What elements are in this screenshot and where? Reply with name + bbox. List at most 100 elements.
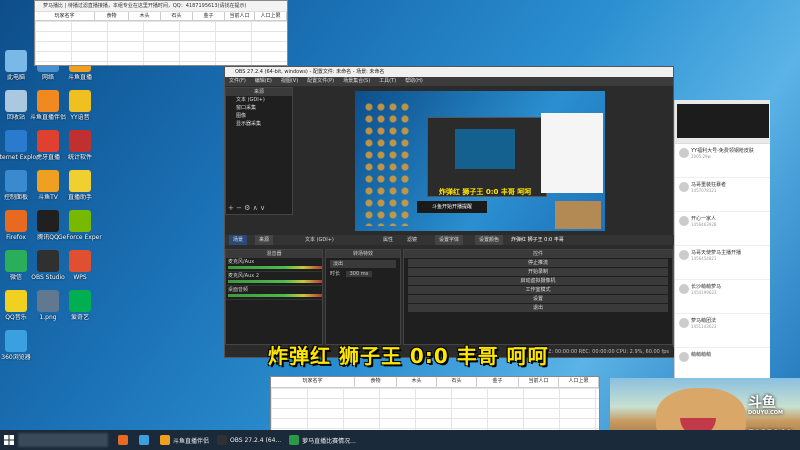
column-header[interactable]: 金子 [193, 12, 225, 20]
desktop-icon[interactable]: 爱奇艺 [58, 290, 102, 321]
chat-item-name: 长沙萌萌萝马 [691, 284, 722, 290]
mixer-track[interactable]: 桌面音频 [226, 286, 322, 300]
chat-list-item[interactable]: 马哥天使萝马主播开播 1456454821 [675, 246, 770, 280]
tab-sources[interactable]: 来源 [255, 235, 274, 245]
app-icon [37, 210, 59, 232]
avatar [679, 352, 689, 362]
menu-item[interactable]: 工具(T) [379, 77, 396, 86]
filters-button[interactable]: 滤镜 [407, 235, 417, 245]
column-header[interactable]: 木头 [129, 12, 161, 20]
mixer-track[interactable]: 麦克风/Aux [226, 258, 322, 272]
sheet-window-top[interactable]: 萝马播比 | 待播过滤直播接播，本组专业在这里开播时间，QQ：418719561… [34, 0, 288, 66]
column-header[interactable]: 食物 [95, 12, 129, 20]
taskbar-app[interactable]: OBS 27.2.4 (64... [213, 430, 285, 450]
chat-item-name: 萝马萌团法 [691, 318, 717, 324]
menu-item[interactable]: 场景集合(S) [343, 77, 370, 86]
transition-panel[interactable]: 转场特效 淡出 时长 300 ms [325, 249, 401, 345]
column-header[interactable]: 当前人口 [519, 377, 559, 387]
column-header[interactable]: 石头 [161, 12, 193, 20]
menu-item[interactable]: 配置文件(P) [307, 77, 334, 86]
column-header[interactable]: 食物 [355, 377, 397, 387]
obs-window[interactable]: OBS 27.2.4 (64-bit, windows) - 配置文件: 未命名… [224, 66, 675, 358]
taskbar-search-box[interactable] [18, 433, 108, 447]
controls-panel[interactable]: 控件 停止推流 开始录制 启动虚拟摄像机 工作室模式 设置 退出 [403, 249, 673, 345]
sheet-bottom-column-headers: 玩家名字 食物 木头 石头 金子 当前人口 人口上限 [271, 377, 599, 388]
mixer-panel[interactable]: 混音器 麦克风/Aux 麦克风/Aux 2 桌面音频 [225, 249, 323, 345]
sources-panel[interactable]: 来源 文本 (GDI+) 窗口采集 图像 显示器采集 + − ⚙ ∧ ∨ [225, 87, 293, 215]
set-font-button[interactable]: 设置字体 [435, 235, 464, 245]
chat-video-thumbnail [677, 104, 769, 138]
properties-button[interactable]: 属性 [383, 235, 393, 245]
control-button[interactable]: 设置 [408, 295, 668, 303]
taskbar-app[interactable]: 斗鱼直播伴侣 [156, 430, 213, 450]
chat-list-item[interactable]: 长沙萌萌萝马 1454199623 [675, 280, 770, 314]
chat-list-item[interactable]: YY福利大号-免费领钢枪皮肤 2005.29w [675, 144, 770, 178]
column-header[interactable]: 人口上限 [255, 12, 287, 20]
chat-item-sub: 1456454821 [691, 256, 717, 261]
sheet-grid[interactable] [35, 21, 287, 65]
taskbar-app[interactable] [114, 430, 135, 450]
volume-meter [228, 280, 322, 283]
app-icon [69, 170, 91, 192]
duration-input[interactable]: 300 ms [345, 271, 373, 277]
menu-item[interactable]: 文件(F) [229, 77, 246, 86]
column-header[interactable]: 木头 [397, 377, 437, 387]
windows-icon [4, 435, 14, 445]
taskbar-app[interactable] [135, 430, 156, 450]
mixer-track-label: 桌面音频 [228, 287, 249, 293]
control-button[interactable]: 启动虚拟摄像机 [408, 277, 668, 285]
chat-list-item[interactable]: 开心一家人 1456463928 [675, 212, 770, 246]
taskbar[interactable]: 斗鱼直播伴侣 OBS 27.2.4 (64... 萝马直播比赛情况... [0, 430, 800, 450]
volume-meter [228, 266, 322, 269]
tab-scenes[interactable]: 场景 [229, 235, 248, 245]
desktop-icon[interactable]: 统计软件 [58, 130, 102, 161]
chat-list-item[interactable]: 马哥重装狂暴者 1457078321 [675, 178, 770, 212]
start-button[interactable] [0, 430, 18, 450]
menu-item[interactable]: 帮助(H) [405, 77, 423, 86]
source-item[interactable]: 图像 [226, 112, 292, 120]
column-header[interactable]: 人口上限 [559, 377, 599, 387]
taskbar-app[interactable]: 萝马直播比赛情况... [285, 430, 360, 450]
control-button[interactable]: 退出 [408, 304, 668, 312]
source-toolbar[interactable]: 场景 来源 文本 (GDI+) 属性 滤镜 设置字体 设置颜色 炸弹红 狮子王 … [225, 235, 675, 245]
mixer-track-label: 麦克风/Aux 2 [228, 273, 260, 279]
desktop-icon[interactable]: WPS [58, 250, 102, 281]
control-button[interactable]: 工作室模式 [408, 286, 668, 294]
chat-panel[interactable]: YY福利大号-免费领钢枪皮肤 2005.29w 马哥重装狂暴者 1457078321 开… [674, 100, 770, 382]
duration-label: 时长 [330, 271, 341, 277]
douyu-logo: 斗鱼 [748, 395, 776, 411]
control-button[interactable]: 停止推流 [408, 259, 668, 267]
obs-preview[interactable]: 斗鱼开始开播提醒 炸弹红 狮子王 0:0 丰哥 呵呵 [355, 91, 605, 231]
column-header[interactable]: 石头 [437, 377, 477, 387]
desktop-icon[interactable]: GeForce Experience [58, 210, 102, 241]
app-icon [5, 250, 27, 272]
sheet-bottom-grid[interactable] [271, 388, 599, 431]
menu-item[interactable]: 编辑(E) [255, 77, 272, 86]
sheet-window-bottom[interactable]: 玩家名字 食物 木头 石头 金子 当前人口 人口上限 [270, 376, 600, 432]
desktop-icon[interactable]: 直播助手 [58, 170, 102, 201]
desktop-icon-label: 360浏览器 [1, 354, 31, 361]
menu-item[interactable]: 视图(V) [281, 77, 298, 86]
douyu-site: DOUYU.COM [748, 410, 783, 416]
column-header[interactable]: 玩家名字 [271, 377, 355, 387]
desktop-icon[interactable]: YY语音 [58, 90, 102, 121]
avatar [679, 148, 689, 158]
column-header[interactable]: 当前人口 [225, 12, 255, 20]
desktop-icon-label: 爱奇艺 [70, 314, 89, 321]
chat-list-item[interactable]: 萌萌萌萌 [675, 348, 770, 382]
control-button[interactable]: 开始录制 [408, 268, 668, 276]
transition-select[interactable]: 淡出 [330, 260, 396, 268]
add-source-icon[interactable]: + − ⚙ ∧ ∨ [228, 204, 265, 212]
chat-list-item[interactable]: 萝马萌团法 1451143623 [675, 314, 770, 348]
source-item[interactable]: 窗口采集 [226, 104, 292, 112]
chat-item-name: 马哥天使萝马主播开播 [691, 250, 742, 256]
mixer-track[interactable]: 麦克风/Aux 2 [226, 272, 322, 286]
desktop-icon[interactable]: 360浏览器 [0, 330, 38, 361]
obs-menu-bar[interactable]: 文件(F) 编辑(E) 视图(V) 配置文件(P) 场景集合(S) 工具(T) 帮助(H) [225, 77, 673, 86]
set-color-button[interactable]: 设置颜色 [475, 235, 504, 245]
column-header[interactable]: 玩家名字 [35, 12, 95, 20]
source-item[interactable]: 文本 (GDI+) [226, 96, 292, 104]
column-header[interactable]: 金子 [477, 377, 519, 387]
source-item[interactable]: 显示器采集 [226, 120, 292, 128]
app-icon [37, 250, 59, 272]
